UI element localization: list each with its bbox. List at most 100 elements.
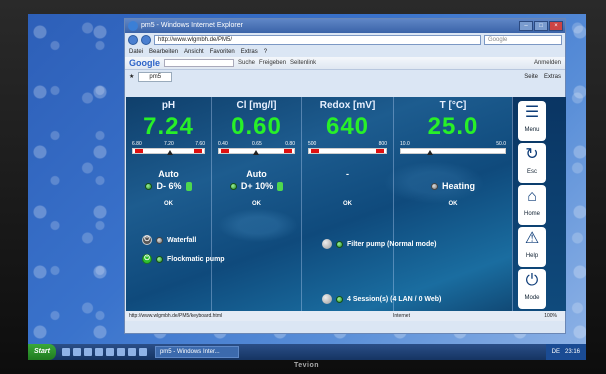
sessions-label: 4 Session(s) (4 LAN / 0 Web)	[347, 295, 442, 303]
address-input[interactable]: http://www.wlgmbh.de/PM5/	[154, 35, 481, 45]
flockmatic-label: Flockmatic pump	[167, 255, 225, 263]
chlorine-dose-text: D+ 10%	[240, 181, 274, 191]
back-button[interactable]	[128, 35, 138, 45]
menu-item-help[interactable]: ?	[264, 47, 267, 57]
temperature-panel[interactable]: T [°C] 25.0 10.0 50.0 Heating OK	[394, 97, 512, 311]
sessions-status: 4 Session(s) (4 LAN / 0 Web)	[322, 294, 441, 304]
quick-launch-icon[interactable]	[72, 348, 81, 356]
pool-control-app: pH 7.24 6.80 7.20 7.60 Auto D- 6% OK Cl …	[126, 97, 566, 311]
quick-launch-icon[interactable]	[127, 348, 136, 356]
chlorine-bar	[218, 148, 295, 155]
search-input[interactable]: Google	[484, 35, 562, 45]
status-zone: Internet	[393, 313, 410, 319]
help-button[interactable]: ⚠ Help	[518, 227, 546, 267]
waterfall-led	[156, 236, 163, 244]
quick-launch	[61, 348, 147, 356]
menu-button-label: Menu	[524, 127, 540, 133]
quick-launch-icon[interactable]	[94, 348, 103, 356]
home-button[interactable]: ⌂ Home	[518, 185, 546, 225]
chlorine-mode: Auto	[246, 169, 267, 179]
gbar-search[interactable]: Suche	[238, 60, 255, 66]
monitor-brand-logo: Tevion	[294, 362, 320, 369]
taskbar-item-pm5[interactable]: pm5 - Windows Inter...	[154, 346, 239, 358]
close-button[interactable]: ×	[549, 21, 563, 31]
quick-launch-icon[interactable]	[83, 348, 92, 356]
waterfall-power-icon[interactable]: ⏻	[142, 235, 152, 245]
window-controls: – □ ×	[519, 21, 563, 31]
filter-pump-output[interactable]: Filter pump (Normal mode)	[322, 239, 436, 249]
chlorine-canister-icon	[277, 181, 284, 191]
chlorine-scale-max: 0.80	[285, 141, 295, 147]
zoom-level[interactable]: 100%	[544, 311, 557, 321]
chlorine-panel[interactable]: Cl [mg/l] 0.60 0.40 0.65 0.80 Auto D+ 10…	[212, 97, 302, 311]
redox-status: OK	[343, 201, 352, 207]
ph-panel[interactable]: pH 7.24 6.80 7.20 7.60 Auto D- 6% OK	[126, 97, 212, 311]
favorites-star-icon[interactable]: ★	[129, 73, 134, 80]
heating-led	[430, 182, 438, 190]
quick-launch-icon[interactable]	[116, 348, 125, 356]
forward-button[interactable]	[141, 35, 151, 45]
window-titlebar[interactable]: pm5 - Windows Internet Explorer – □ ×	[125, 19, 565, 33]
ph-canister-icon	[185, 181, 192, 191]
waterfall-output[interactable]: ⏻ Waterfall	[142, 235, 196, 245]
clock: 23:16	[564, 349, 580, 355]
filter-pump-led	[336, 240, 343, 248]
gbar-share[interactable]: Freigeben	[259, 60, 286, 66]
temperature-value: 25.0	[427, 113, 479, 140]
ph-bar	[132, 148, 205, 155]
tab-pm5[interactable]: pm5	[138, 71, 173, 82]
menu-item-extras[interactable]: Extras	[241, 47, 258, 57]
chlorine-dosing: D+ 10%	[212, 181, 301, 191]
minimize-button[interactable]: –	[519, 21, 533, 31]
ph-value: 7.24	[143, 113, 194, 140]
ph-led	[145, 182, 153, 190]
flockmatic-power-icon[interactable]: ⏻	[142, 254, 152, 264]
menu-item-datei[interactable]: Datei	[129, 47, 143, 57]
warning-icon: ⚠	[524, 230, 540, 247]
google-logo: Google	[129, 58, 160, 68]
chlorine-pointer	[253, 150, 259, 155]
maximize-button[interactable]: □	[534, 21, 548, 31]
redox-panel[interactable]: Redox [mV] 640 500 800 - OK	[302, 97, 394, 311]
page-menu[interactable]: Seite	[524, 74, 538, 80]
ph-dosing: D- 6%	[126, 181, 211, 191]
chlorine-scale-set: 0.65	[252, 141, 262, 147]
tools-menu[interactable]: Extras	[544, 74, 561, 80]
temperature-scale-max: 50.0	[496, 141, 506, 147]
menu-button[interactable]: ☰ Menu	[518, 101, 546, 141]
temperature-bar	[400, 148, 506, 155]
menu-item-bearbeiten[interactable]: Bearbeiten	[149, 47, 178, 57]
temperature-status: OK	[448, 201, 458, 207]
temperature-scale-min: 10.0	[400, 141, 410, 147]
gbar-signin[interactable]: Anmelden	[534, 60, 561, 66]
mode-button[interactable]: ⏻ Mode	[518, 269, 546, 309]
temperature-scale: 10.0 50.0	[400, 141, 506, 157]
redox-heading: Redox [mV]	[319, 100, 376, 111]
ph-mode: Auto	[158, 169, 179, 179]
redox-mode: -	[346, 169, 349, 179]
esc-button[interactable]: ↻ Esc	[518, 143, 546, 183]
gbar-sidelink[interactable]: Seitenlink	[290, 60, 316, 66]
redox-bar	[308, 148, 387, 154]
home-icon: ⌂	[527, 188, 537, 205]
quick-launch-icon[interactable]	[61, 348, 70, 356]
side-nav: ☰ Menu ↻ Esc ⌂ Home ⚠ Help ⏻ Mode	[512, 97, 566, 311]
ph-dose-text: D- 6%	[156, 181, 182, 191]
quick-launch-icon[interactable]	[105, 348, 114, 356]
quick-launch-icon[interactable]	[138, 348, 147, 356]
temperature-pointer	[427, 150, 433, 155]
ie-logo-icon	[128, 21, 138, 31]
menu-bar: Datei Bearbeiten Ansicht Favoriten Extra…	[125, 47, 565, 57]
window-title: pm5 - Windows Internet Explorer	[141, 22, 243, 29]
flockmatic-output[interactable]: ⏻ Flockmatic pump	[142, 254, 225, 264]
language-indicator[interactable]: DE	[552, 349, 560, 355]
home-button-label: Home	[523, 211, 540, 217]
start-button[interactable]: Start	[28, 344, 56, 360]
ph-scale: 6.80 7.20 7.60	[132, 141, 205, 157]
menu-item-favoriten[interactable]: Favoriten	[210, 47, 235, 57]
google-search-input[interactable]	[164, 59, 234, 67]
esc-button-label: Esc	[526, 169, 537, 175]
menu-item-ansicht[interactable]: Ansicht	[184, 47, 204, 57]
redox-scale: 500 800	[308, 141, 387, 157]
chlorine-value: 0.60	[231, 113, 282, 140]
